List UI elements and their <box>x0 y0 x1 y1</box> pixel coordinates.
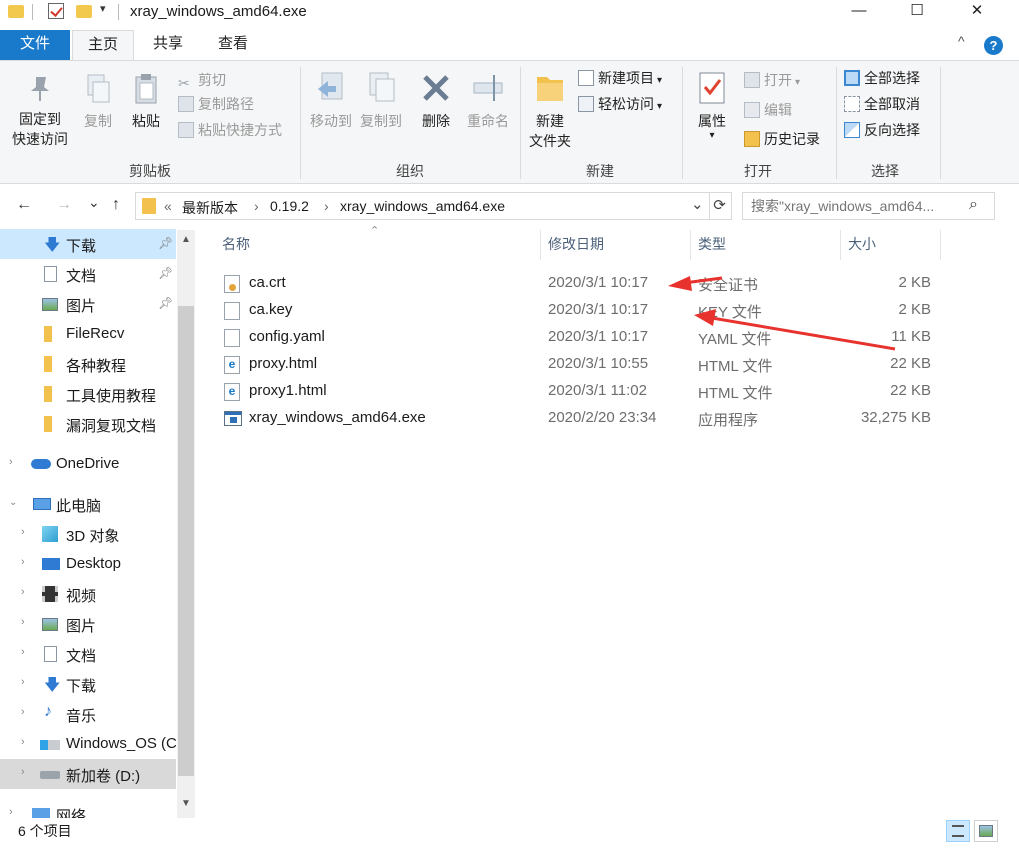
details-view-button[interactable] <box>946 820 970 842</box>
large-icons-view-icon <box>979 825 993 837</box>
large-icons-view-button[interactable] <box>974 820 998 842</box>
details-view-icon <box>952 825 964 837</box>
arrow-1-head <box>668 276 692 291</box>
arrow-2-head <box>694 309 716 326</box>
status-item-count: 6 个项目 <box>18 823 72 839</box>
annotation-arrows <box>668 276 896 351</box>
arrow-2-line <box>711 316 896 351</box>
